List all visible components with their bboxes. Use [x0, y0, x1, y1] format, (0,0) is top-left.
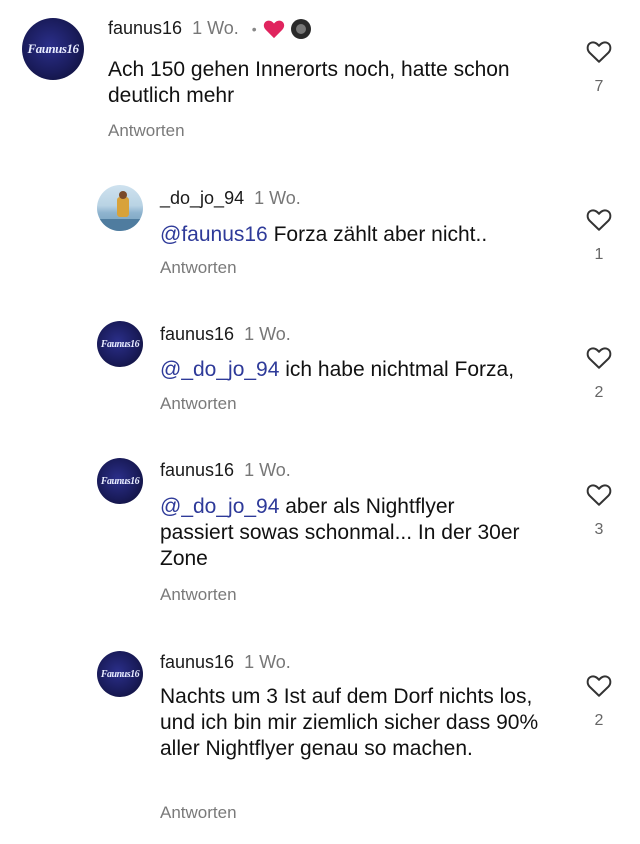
comment-text: Nachts um 3 Ist auf dem Dorf nichts los,…: [160, 684, 540, 762]
creator-avatar-icon: [290, 19, 311, 40]
like-button[interactable]: 7: [584, 40, 614, 96]
like-button[interactable]: 2: [584, 346, 614, 402]
comment-header: faunus16 1 Wo.: [160, 324, 291, 345]
username[interactable]: faunus16: [160, 652, 234, 672]
like-count: 7: [594, 78, 604, 95]
timestamp: 1 Wo.: [244, 324, 291, 344]
timestamp: 1 Wo.: [192, 18, 239, 38]
comment-body: ich habe nichtmal Forza,: [279, 358, 515, 381]
reply-button[interactable]: Antworten: [160, 803, 237, 823]
comment-text: @_do_jo_94 aber als Nightflyer passiert …: [160, 494, 530, 572]
timestamp: 1 Wo.: [244, 460, 291, 480]
heart-outline-icon: [586, 675, 612, 697]
comment-header: faunus16 1 Wo.: [160, 652, 291, 673]
reply-button[interactable]: Antworten: [160, 585, 237, 605]
comment-text: @_do_jo_94 ich habe nichtmal Forza,: [160, 357, 570, 383]
mention-link[interactable]: @_do_jo_94: [160, 495, 279, 518]
like-button[interactable]: 2: [584, 674, 614, 730]
comment-header: faunus16 1 Wo. •: [108, 18, 311, 40]
reply-button[interactable]: Antworten: [160, 258, 237, 278]
reply-button[interactable]: Antworten: [160, 394, 237, 414]
comment-body: Ach 150 gehen Innerorts noch, hatte scho…: [108, 58, 510, 107]
separator-dot: •: [251, 21, 257, 38]
comment-body: Forza zählt aber nicht..: [267, 223, 488, 246]
username[interactable]: faunus16: [160, 460, 234, 480]
heart-outline-icon: [586, 347, 612, 369]
mention-link[interactable]: @faunus16: [160, 223, 268, 246]
username[interactable]: faunus16: [108, 18, 182, 38]
reply-button[interactable]: Antworten: [108, 121, 185, 141]
username[interactable]: faunus16: [160, 324, 234, 344]
author-badges: •: [251, 19, 311, 40]
avatar[interactable]: [97, 185, 143, 231]
avatar[interactable]: Faunus16: [97, 321, 143, 367]
timestamp: 1 Wo.: [244, 652, 291, 672]
avatar[interactable]: Faunus16: [22, 18, 84, 80]
username[interactable]: _do_jo_94: [160, 188, 244, 208]
avatar-logo-text: Faunus16: [100, 338, 140, 350]
avatar[interactable]: Faunus16: [97, 458, 143, 504]
avatar[interactable]: Faunus16: [97, 651, 143, 697]
like-count: 3: [594, 521, 604, 538]
comment-text: Ach 150 gehen Innerorts noch, hatte scho…: [108, 57, 568, 109]
like-button[interactable]: 1: [584, 208, 614, 264]
like-count: 2: [594, 384, 604, 401]
mention-link[interactable]: @_do_jo_94: [160, 358, 279, 381]
like-count: 1: [594, 246, 604, 263]
avatar-logo-text: Faunus16: [27, 41, 79, 56]
avatar-logo-text: Faunus16: [100, 668, 140, 680]
comment-text: @faunus16 Forza zählt aber nicht..: [160, 222, 570, 248]
comment-header: _do_jo_94 1 Wo.: [160, 188, 301, 209]
like-button[interactable]: 3: [584, 483, 614, 539]
comment-header: faunus16 1 Wo.: [160, 460, 291, 481]
avatar-logo-text: Faunus16: [100, 475, 140, 487]
heart-outline-icon: [586, 41, 612, 63]
like-count: 2: [594, 712, 604, 729]
heart-badge-icon: [263, 20, 284, 39]
heart-outline-icon: [586, 484, 612, 506]
comment-body: Nachts um 3 Ist auf dem Dorf nichts los,…: [160, 685, 539, 760]
heart-outline-icon: [586, 209, 612, 231]
timestamp: 1 Wo.: [254, 188, 301, 208]
